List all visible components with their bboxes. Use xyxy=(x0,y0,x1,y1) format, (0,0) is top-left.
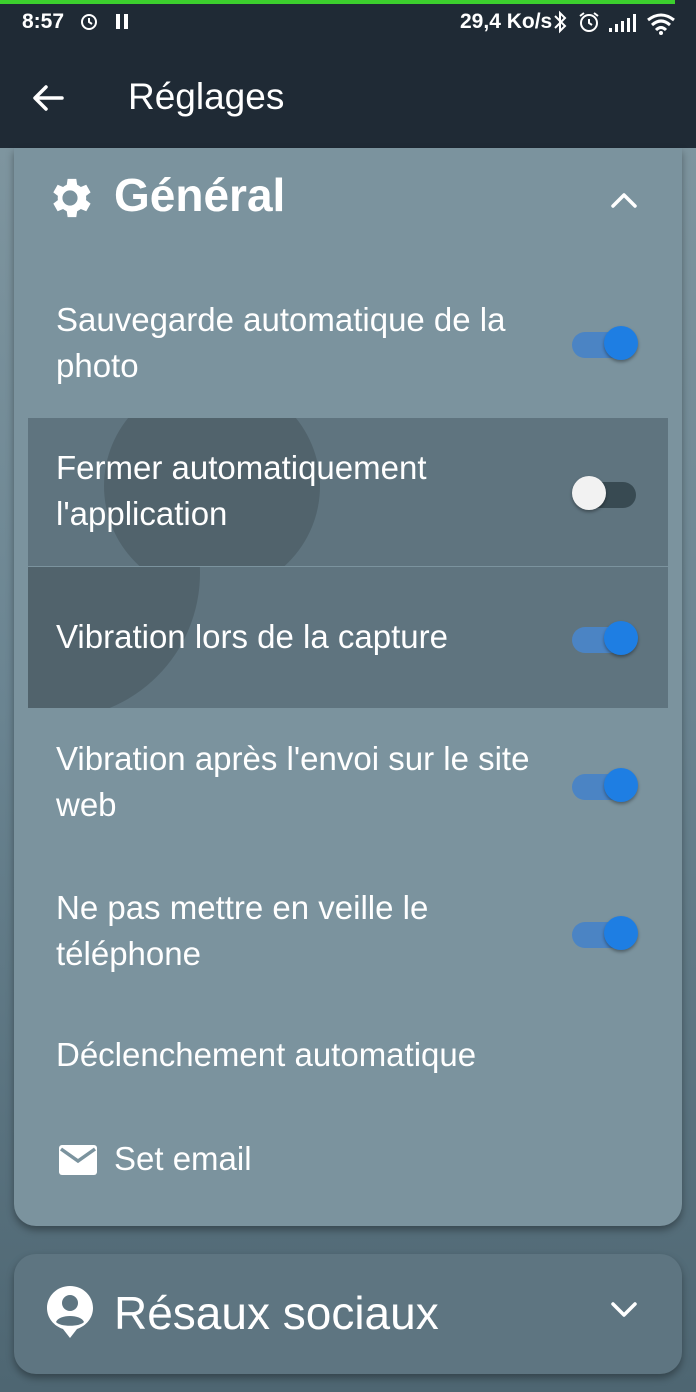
setting-row-keep-awake[interactable]: Ne pas mettre en veille le téléphone xyxy=(28,862,668,1002)
arrow-left-icon[interactable] xyxy=(30,80,66,116)
general-section-header[interactable]: Général xyxy=(14,148,682,244)
account-pin-icon xyxy=(47,1286,93,1338)
setting-row-autosave[interactable]: Sauvegarde automatique de la photo xyxy=(28,272,668,412)
setting-label: Vibration après l'envoi sur le site web xyxy=(56,740,530,823)
toggle-thumb xyxy=(604,916,638,950)
setting-label: Déclenchement automatique xyxy=(56,1036,477,1073)
autosave-toggle[interactable] xyxy=(572,322,638,360)
status-time: 8:57 xyxy=(22,10,65,33)
setting-label: Sauvegarde automatique de la photo xyxy=(56,301,506,384)
social-networks-card[interactable]: Résaux sociaux xyxy=(14,1254,682,1374)
upload-vibration-toggle[interactable] xyxy=(572,764,638,802)
chevron-down-icon[interactable] xyxy=(606,1292,642,1328)
setting-row-autoclose[interactable]: Fermer automatiquement l'application xyxy=(28,418,668,566)
general-settings-card: Général Sauvegarde automatique de la pho… xyxy=(14,148,682,1226)
keep-awake-toggle[interactable] xyxy=(572,912,638,950)
bluetooth-icon xyxy=(554,10,567,34)
alarm-icon xyxy=(81,14,97,30)
social-section-title: Résaux sociaux xyxy=(114,1287,439,1339)
autoclose-toggle[interactable] xyxy=(572,472,636,510)
setting-row-set-email[interactable]: Set email xyxy=(28,1122,668,1198)
general-section-title: Général xyxy=(114,169,286,221)
setting-label: Fermer automatiquement l'application xyxy=(56,449,427,532)
network-speed: 29,4 Ko/s xyxy=(460,10,553,33)
progress-indicator xyxy=(0,0,675,4)
page-title: Réglages xyxy=(128,76,285,117)
setting-label: Set email xyxy=(114,1140,252,1177)
pause-icon xyxy=(116,14,128,29)
setting-row-capture-vibration[interactable]: Vibration lors de la capture xyxy=(28,567,668,708)
toggle-thumb xyxy=(572,476,606,510)
toggle-thumb xyxy=(604,621,638,655)
email-icon xyxy=(59,1145,97,1175)
app-bar: Réglages xyxy=(0,48,696,148)
signal-icon xyxy=(609,14,636,32)
setting-row-auto-trigger[interactable]: Déclenchement automatique xyxy=(28,1018,668,1094)
toggle-thumb xyxy=(604,326,638,360)
toggle-thumb xyxy=(604,768,638,802)
gear-icon xyxy=(53,178,91,218)
setting-label: Vibration lors de la capture xyxy=(56,618,448,655)
status-bar: 8:57 29,4 Ko/s xyxy=(0,0,696,48)
setting-row-upload-vibration[interactable]: Vibration après l'envoi sur le site web xyxy=(28,714,668,854)
setting-label: Ne pas mettre en veille le téléphone xyxy=(56,889,429,972)
alarm-clock-icon xyxy=(579,12,599,32)
capture-vibration-toggle[interactable] xyxy=(572,617,638,655)
wifi-icon xyxy=(647,13,675,35)
chevron-up-icon[interactable] xyxy=(606,182,642,218)
